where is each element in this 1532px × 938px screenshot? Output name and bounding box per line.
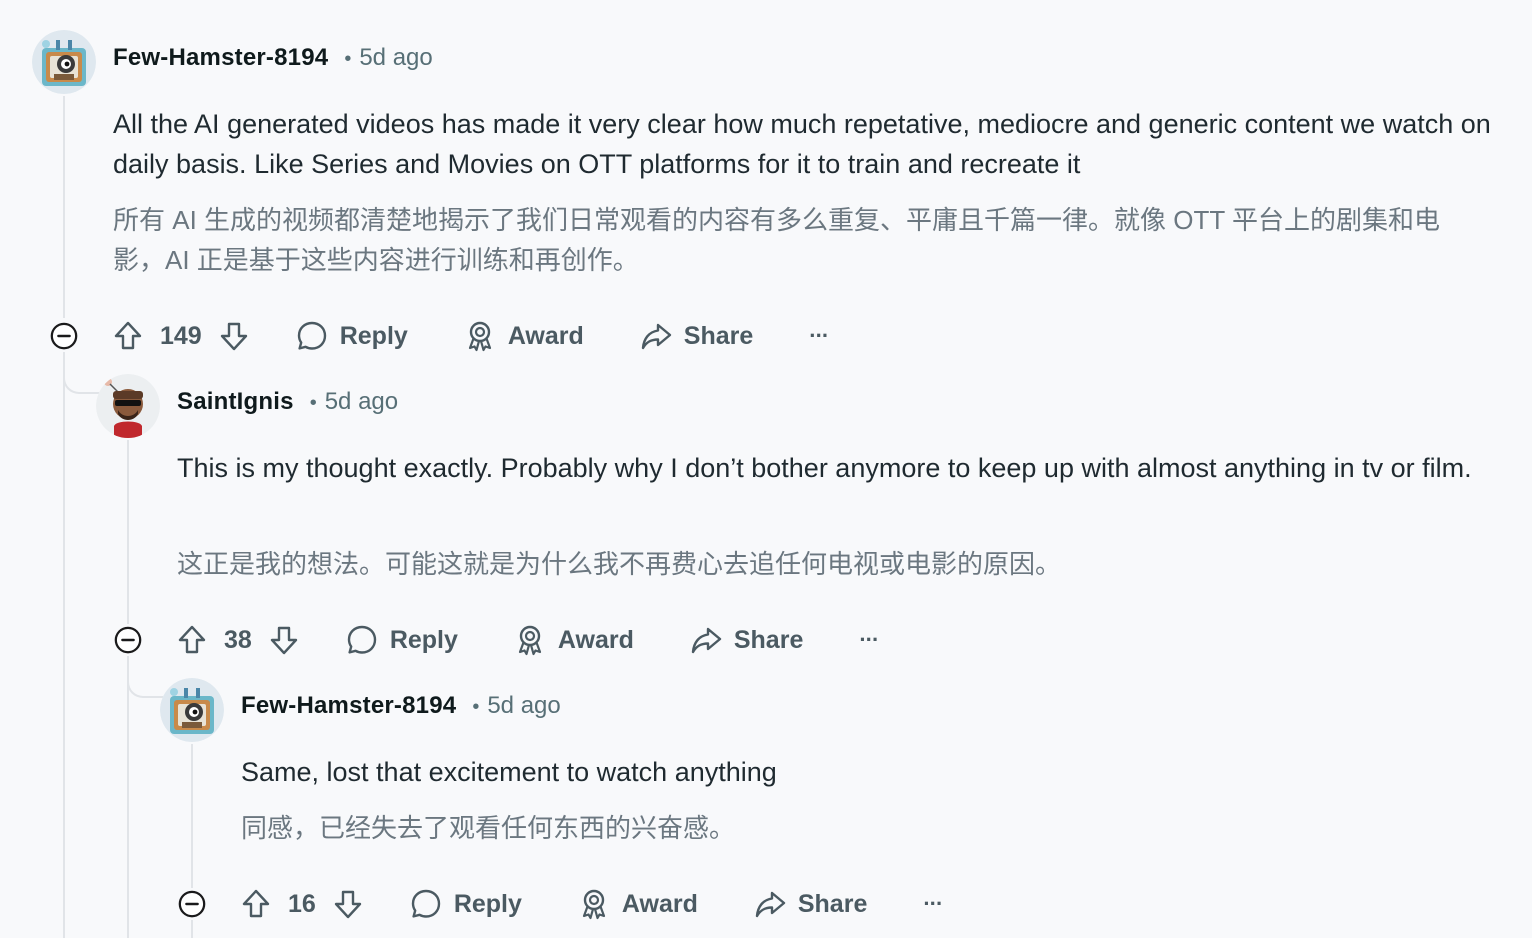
downvote-arrow-icon <box>218 320 250 352</box>
bearded-avatar-icon <box>96 374 160 438</box>
comment-body: All the AI generated videos has made it … <box>113 109 1491 179</box>
downvote-button[interactable] <box>218 320 250 352</box>
meta-separator: • <box>472 696 480 718</box>
comment-translation: 这正是我的想法。可能这就是为什么我不再费心去追任何电视或电影的原因。 <box>177 549 1062 579</box>
downvote-button[interactable] <box>268 624 300 656</box>
award-button[interactable]: Award <box>578 888 698 920</box>
robot-avatar-icon <box>160 678 224 742</box>
share-label: Share <box>733 625 804 654</box>
collapse-minus-icon <box>49 321 79 351</box>
reply-label: Reply <box>453 889 522 918</box>
comment-meta: SaintIgnis • 5d ago <box>177 388 398 416</box>
award-ribbon-icon <box>514 624 546 656</box>
comment-meta: Few-Hamster-8194 • 5d ago <box>113 44 433 72</box>
award-ribbon-icon <box>464 320 496 352</box>
award-ribbon-icon <box>578 888 610 920</box>
more-options-button[interactable]: ··· <box>859 627 879 653</box>
avatar[interactable] <box>160 678 224 742</box>
robot-avatar-icon <box>32 30 96 94</box>
share-button[interactable]: Share <box>640 320 753 352</box>
award-button[interactable]: Award <box>514 624 634 656</box>
upvote-button[interactable] <box>112 320 144 352</box>
downvote-arrow-icon <box>332 888 364 920</box>
thread-line-root[interactable] <box>63 96 65 318</box>
upvote-button[interactable] <box>176 624 208 656</box>
avatar[interactable] <box>32 30 96 94</box>
share-arrow-icon <box>754 888 786 920</box>
share-arrow-icon <box>690 624 722 656</box>
username[interactable]: SaintIgnis <box>177 388 294 416</box>
more-options-button[interactable]: ··· <box>923 891 943 917</box>
share-label: Share <box>683 321 754 350</box>
award-button[interactable]: Award <box>464 320 584 352</box>
meta-separator: • <box>344 48 352 70</box>
reply-label: Reply <box>339 321 408 350</box>
timestamp[interactable]: 5d ago <box>359 44 432 72</box>
reply-label: Reply <box>389 625 458 654</box>
more-options-button[interactable]: ··· <box>809 323 829 349</box>
upvote-arrow-icon <box>112 320 144 352</box>
reply-button[interactable]: Reply <box>346 624 458 656</box>
username[interactable]: Few-Hamster-8194 <box>113 44 328 72</box>
award-label: Award <box>621 889 698 918</box>
vote-count: 38 <box>224 625 252 654</box>
collapse-button[interactable] <box>49 321 79 351</box>
vote-count: 16 <box>288 889 316 918</box>
timestamp[interactable]: 5d ago <box>325 388 398 416</box>
reply-button[interactable]: Reply <box>410 888 522 920</box>
share-label: Share <box>797 889 868 918</box>
downvote-button[interactable] <box>332 888 364 920</box>
timestamp[interactable]: 5d ago <box>487 692 560 720</box>
speech-bubble-icon <box>346 624 378 656</box>
collapse-minus-icon <box>113 625 143 655</box>
thread-line-level2[interactable] <box>191 744 193 888</box>
more-options-icon: ··· <box>859 627 879 652</box>
comment-body: This is my thought exactly. Probably why… <box>177 453 1472 483</box>
avatar[interactable] <box>96 374 160 438</box>
share-button[interactable]: Share <box>754 888 867 920</box>
meta-separator: • <box>309 392 317 414</box>
username[interactable]: Few-Hamster-8194 <box>241 692 456 720</box>
collapse-button[interactable] <box>177 889 207 919</box>
comment-meta: Few-Hamster-8194 • 5d ago <box>241 692 561 720</box>
thread-branch-1 <box>63 352 99 394</box>
collapse-minus-icon <box>177 889 207 919</box>
comment-actions: 38 Reply Award Share ··· <box>176 618 879 662</box>
vote-count: 149 <box>160 321 202 350</box>
comment-body: Same, lost that excitement to watch anyt… <box>241 757 777 787</box>
speech-bubble-icon <box>296 320 328 352</box>
comment-actions: 16 Reply Award Share ··· <box>240 882 943 926</box>
more-options-icon: ··· <box>809 323 829 348</box>
thread-line-level2-tail <box>191 920 193 938</box>
award-label: Award <box>557 625 634 654</box>
award-label: Award <box>507 321 584 350</box>
share-button[interactable]: Share <box>690 624 803 656</box>
thread-line-level1-children[interactable] <box>127 656 129 938</box>
reply-button[interactable]: Reply <box>296 320 408 352</box>
thread-line-root-children[interactable] <box>63 352 65 938</box>
upvote-arrow-icon <box>240 888 272 920</box>
upvote-arrow-icon <box>176 624 208 656</box>
comment-translation: 所有 AI 生成的视频都清楚地揭示了我们日常观看的内容有多么重复、平庸且千篇一律… <box>113 205 1440 275</box>
share-arrow-icon <box>640 320 672 352</box>
thread-branch-2 <box>127 656 163 698</box>
comment-actions: 149 Reply Award Share ··· <box>112 314 829 358</box>
downvote-arrow-icon <box>268 624 300 656</box>
upvote-button[interactable] <box>240 888 272 920</box>
speech-bubble-icon <box>410 888 442 920</box>
more-options-icon: ··· <box>923 891 943 916</box>
comment-translation: 同感，已经失去了观看任何东西的兴奋感。 <box>241 813 736 843</box>
collapse-button[interactable] <box>113 625 143 655</box>
thread-line-level1[interactable] <box>127 440 129 624</box>
comment-thread: Few-Hamster-8194 • 5d ago All the AI gen… <box>0 0 1532 938</box>
